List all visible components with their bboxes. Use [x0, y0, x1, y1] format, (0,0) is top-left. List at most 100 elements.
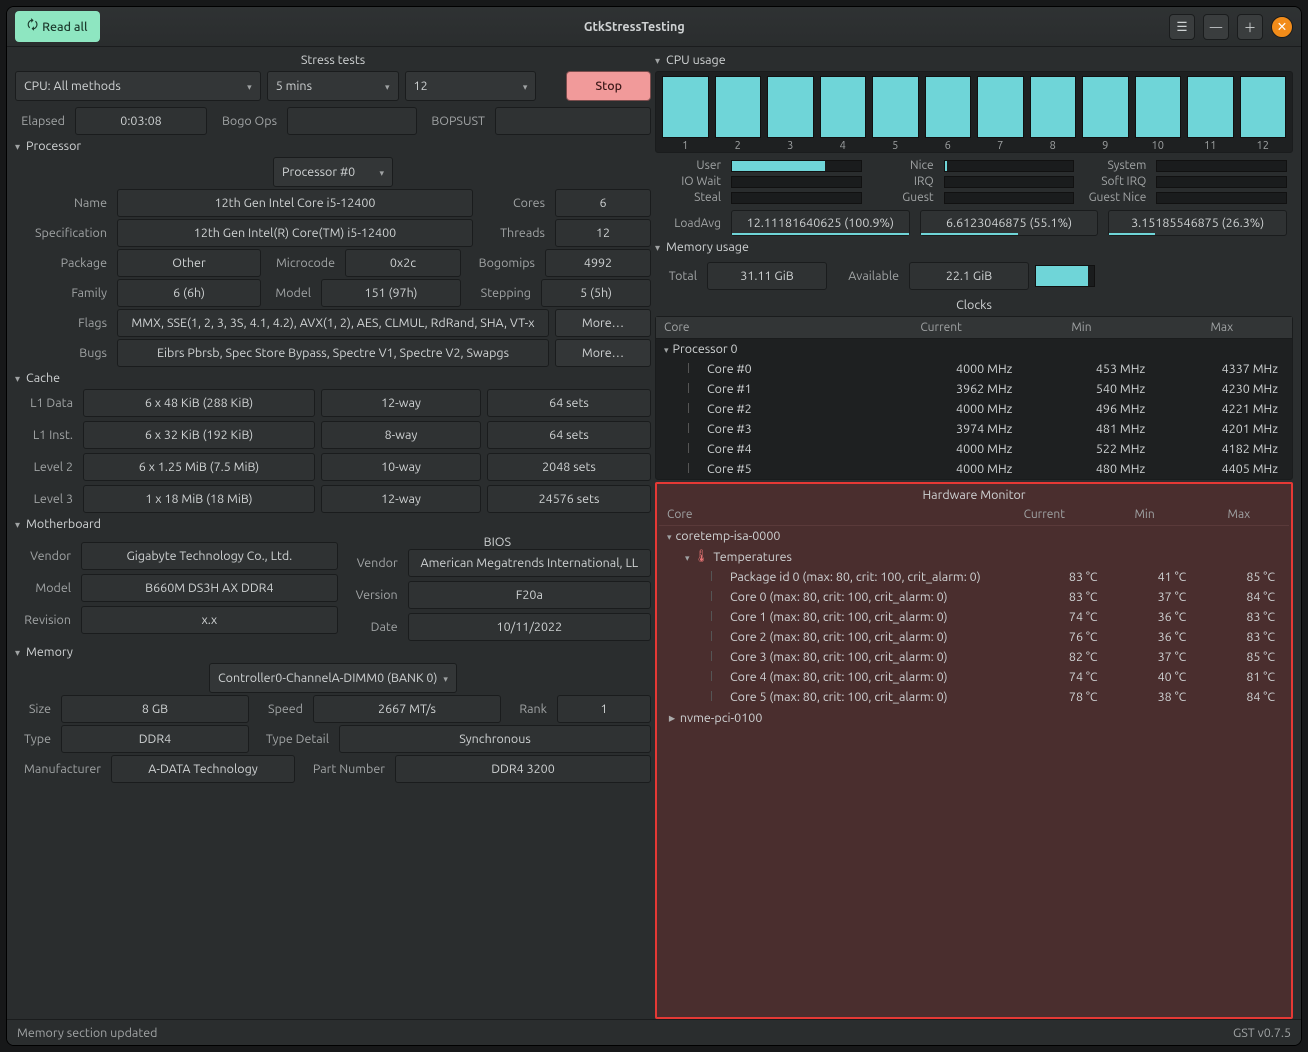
elapsed-value: 0:03:08	[75, 107, 207, 135]
memory-expander[interactable]: Memory	[15, 643, 651, 661]
cpu-core-bar	[925, 76, 972, 138]
hwmon-min: 37 °C	[1098, 590, 1187, 604]
tree-collapsed-icon[interactable]: ▸	[667, 710, 677, 725]
hwmon-core: Core 5 (max: 80, crit: 100, crit_alarm: …	[730, 690, 1009, 704]
mem-avail: 22.1 GiB	[909, 262, 1029, 290]
flags-more-button[interactable]: More…	[555, 309, 651, 337]
hwmon-max: 83 °C	[1186, 630, 1281, 644]
stop-button[interactable]: Stop	[566, 71, 651, 101]
mem-usage-bar	[1035, 265, 1095, 287]
table-row[interactable]: Core 3 (max: 80, crit: 100, crit_alarm: …	[659, 647, 1289, 667]
clock-min: 453 MHz	[1012, 362, 1145, 376]
stat-nice-bar	[944, 160, 1075, 172]
read-all-button[interactable]: 🗘 Read all	[15, 11, 100, 42]
cpu-core-bar	[1135, 76, 1182, 138]
hwmon-col-max[interactable]: Max	[1189, 504, 1289, 525]
mem-speed-label: Speed	[255, 702, 307, 716]
stress-duration-combo[interactable]: 5 mins	[267, 71, 399, 101]
mem-size-label: Size	[15, 702, 55, 716]
hamburger-menu-button[interactable]: ☰	[1169, 14, 1195, 40]
cpu-core-num: 3	[787, 140, 793, 152]
hardware-monitor-panel: Hardware Monitor Core Current Min Max co…	[655, 482, 1293, 1019]
stress-workers-value: 12	[414, 79, 428, 93]
bugs-more-button[interactable]: More…	[555, 339, 651, 367]
cpu-core-num: 5	[892, 140, 898, 152]
cache-label: L1 Inst.	[15, 428, 77, 442]
clocks-col-min[interactable]: Min	[1011, 317, 1151, 338]
table-row[interactable]: Core #04000 MHz453 MHz4337 MHz	[656, 359, 1292, 379]
clocks-col-max[interactable]: Max	[1152, 317, 1292, 338]
maximize-icon: ＋	[1244, 17, 1257, 36]
table-row[interactable]: Package id 0 (max: 80, crit: 100, crit_a…	[659, 567, 1289, 587]
mobo-model: B660M DS3H AX DDR4	[81, 574, 338, 602]
table-row[interactable]: Core #13962 MHz540 MHz4230 MHz	[656, 379, 1292, 399]
hwmon-core: Core 2 (max: 80, crit: 100, crit_alarm: …	[730, 630, 1009, 644]
memory-selector[interactable]: Controller0-ChannelA-DIMM0 (BANK 0)	[209, 663, 457, 693]
cpu-usage-expander[interactable]: CPU usage	[655, 51, 1293, 69]
hwmon-col-current[interactable]: Current	[988, 504, 1100, 525]
clocks-col-core[interactable]: Core	[656, 317, 871, 338]
close-button[interactable]: ✕	[1271, 16, 1293, 38]
bopsust-label: BOPSUST	[423, 114, 489, 128]
table-row[interactable]: Core #24000 MHz496 MHz4221 MHz	[656, 399, 1292, 419]
stat-user-label: User	[661, 159, 721, 172]
hwmon-col-min[interactable]: Min	[1100, 504, 1188, 525]
memory-usage-expander[interactable]: Memory usage	[655, 238, 1293, 256]
chevron-down-icon	[247, 79, 252, 93]
stress-method-value: CPU: All methods	[24, 79, 121, 93]
table-row[interactable]: Core #54000 MHz480 MHz4405 MHz	[656, 459, 1292, 479]
table-row[interactable]: Core #33974 MHz481 MHz4201 MHz	[656, 419, 1292, 439]
bogo-label: Bogo Ops	[213, 114, 281, 128]
clock-cur: 3962 MHz	[880, 382, 1013, 396]
stat-system-bar	[1156, 160, 1287, 172]
hwmon-chip[interactable]: coretemp-isa-0000	[676, 529, 781, 543]
mobo-rev: x.x	[81, 606, 338, 634]
table-row[interactable]: Core 1 (max: 80, crit: 100, crit_alarm: …	[659, 607, 1289, 627]
clock-max: 4182 MHz	[1145, 442, 1284, 456]
tree-toggle-icon[interactable]	[664, 342, 673, 356]
cpu-core-bar	[1187, 76, 1234, 138]
proc-spec-label: Specification	[15, 226, 111, 240]
table-row[interactable]: Core 0 (max: 80, crit: 100, crit_alarm: …	[659, 587, 1289, 607]
cache-size: 1 x 18 MiB (18 MiB)	[83, 485, 315, 513]
tree-toggle-icon[interactable]	[667, 529, 676, 543]
hwmon-max: 83 °C	[1186, 610, 1281, 624]
maximize-button[interactable]: ＋	[1237, 14, 1263, 40]
hwmon-nvme[interactable]: nvme-pci-0100	[680, 711, 763, 725]
cache-label: L1 Data	[15, 396, 77, 410]
proc-threads-label: Threads	[479, 226, 549, 240]
cpu-core-num: 11	[1204, 140, 1216, 152]
table-row[interactable]: Core 4 (max: 80, crit: 100, crit_alarm: …	[659, 667, 1289, 687]
hwmon-cur: 83 °C	[1009, 590, 1098, 604]
bios-heading: BIOS	[344, 535, 651, 549]
close-icon: ✕	[1277, 19, 1287, 34]
table-row[interactable]: Core 5 (max: 80, crit: 100, crit_alarm: …	[659, 687, 1289, 707]
stress-workers-combo[interactable]: 12	[405, 71, 537, 101]
table-row[interactable]: Core 2 (max: 80, crit: 100, crit_alarm: …	[659, 627, 1289, 647]
processor-expander[interactable]: Processor	[15, 137, 651, 155]
cache-expander[interactable]: Cache	[15, 369, 651, 387]
clock-min: 540 MHz	[1012, 382, 1145, 396]
loadavg-1: 12.11181640625 (100.9%)	[731, 210, 910, 236]
hwmon-min: 41 °C	[1098, 570, 1187, 584]
clocks-proc-label[interactable]: Processor 0	[673, 342, 738, 356]
tree-toggle-icon[interactable]	[685, 550, 694, 564]
mobo-vendor-label: Vendor	[15, 549, 75, 563]
stat-nice-label: Nice	[874, 159, 934, 172]
processor-selector[interactable]: Processor #0	[273, 157, 393, 187]
hwmon-col-core[interactable]: Core	[659, 504, 988, 525]
mobo-expander[interactable]: Motherboard	[15, 515, 651, 533]
proc-threads: 12	[555, 219, 651, 247]
bios-vendor-label: Vendor	[344, 556, 402, 570]
cpu-core-num: 1	[682, 140, 688, 152]
proc-bogomips: 4992	[545, 249, 651, 277]
minimize-button[interactable]: —	[1203, 14, 1229, 40]
clocks-col-current[interactable]: Current	[871, 317, 1011, 338]
stat-irq-bar	[944, 176, 1075, 188]
table-row[interactable]: Core #44000 MHz522 MHz4182 MHz	[656, 439, 1292, 459]
refresh-icon: 🗘	[27, 16, 38, 37]
hwmon-temps-label[interactable]: Temperatures	[713, 550, 792, 564]
stress-method-combo[interactable]: CPU: All methods	[15, 71, 261, 101]
mem-size: 8 GB	[61, 695, 249, 723]
bios-date: 10/11/2022	[408, 613, 651, 641]
